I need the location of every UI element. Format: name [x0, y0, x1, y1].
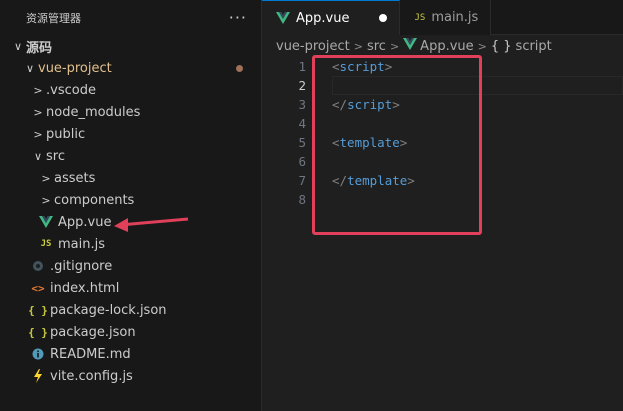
tree-item-public[interactable]: > public [0, 123, 261, 145]
tree-item-vscode[interactable]: > .vscode [0, 79, 261, 101]
modified-dot-icon [236, 65, 243, 72]
chevron-right-icon: > [33, 83, 43, 97]
vue-icon [276, 12, 290, 24]
tree-item-label: 源码 [26, 40, 53, 56]
breadcrumb-separator-icon: > [389, 39, 400, 53]
chevron-right-icon: > [33, 127, 43, 141]
tab-label: main.js [431, 10, 479, 25]
tree-item-src[interactable]: ∨ src [0, 145, 261, 167]
js-icon: JS [40, 239, 52, 249]
breadcrumb-label: script [515, 38, 552, 54]
info-icon [30, 348, 46, 360]
tree-item-label: vue-project [38, 60, 112, 76]
chevron-right-icon: > [33, 105, 43, 119]
tree-item-label: index.html [50, 280, 120, 296]
breadcrumb-label: src [366, 38, 386, 54]
line-number: 3 [298, 97, 306, 112]
explorer-sidebar: 资源管理器 ··· ∨ 源码 ∨ vue-project > .vscode > node_m… [0, 0, 262, 411]
tree-item-label: App.vue [58, 214, 112, 230]
breadcrumb-label: vue-project [276, 38, 350, 54]
tab-app-vue[interactable]: App.vue [262, 0, 401, 35]
annotation-highlight-box [312, 55, 482, 235]
breadcrumb: vue-project > src > App.vue >{ } script [262, 35, 623, 57]
tab-label: App.vue [296, 10, 350, 26]
tree-item-[interactable]: ∨ 源码 [0, 35, 261, 57]
json-icon: { } [28, 303, 48, 317]
tree-item-label: package.json [50, 324, 136, 340]
tree-item-node-modules[interactable]: > node_modules [0, 101, 261, 123]
breadcrumb-item[interactable]: src [367, 39, 386, 54]
chevron-right-icon: > [41, 193, 51, 207]
tree-item-components[interactable]: > components [0, 189, 261, 211]
breadcrumb-separator-icon: > [353, 39, 363, 53]
breadcrumb-item[interactable]: { } script [491, 39, 552, 54]
tree-item-label: package-lock.json [50, 302, 167, 318]
line-number: 6 [298, 154, 306, 169]
html-icon: <> [31, 281, 45, 295]
tree-item-gitignore[interactable]: .gitignore [0, 255, 261, 277]
line-number: 7 [298, 173, 306, 188]
tree-item-label: main.js [58, 236, 105, 252]
explorer-title: 资源管理器 [26, 11, 81, 25]
vite-icon [30, 369, 46, 383]
chevron-right-icon: > [41, 171, 51, 185]
json-icon: { } [28, 325, 48, 339]
tree-item-label: assets [54, 170, 96, 186]
tree-item-label: public [46, 126, 86, 142]
tree-item-label: README.md [50, 346, 131, 362]
editor-tabs: App.vue JS main.js [262, 0, 623, 35]
chevron-down-icon: ∨ [33, 149, 43, 163]
line-number: 5 [298, 135, 306, 150]
tree-item-package-json[interactable]: { } package.json [0, 321, 261, 343]
chevron-down-icon: ∨ [25, 61, 35, 75]
breadcrumb-separator-icon: > [477, 39, 487, 53]
breadcrumb-label: App.vue [420, 38, 474, 54]
tree-item-vue-project[interactable]: ∨ vue-project [0, 57, 261, 79]
tree-item-package-lock-json[interactable]: { } package-lock.json [0, 299, 261, 321]
file-tree: ∨ 源码 ∨ vue-project > .vscode > node_modules > pub… [0, 35, 261, 387]
tree-item-readme-md[interactable]: README.md [0, 343, 261, 365]
braces-icon: { } [490, 38, 512, 54]
unsaved-dot-icon[interactable] [379, 14, 388, 22]
tree-item-vite-config-js[interactable]: vite.config.js [0, 365, 261, 387]
vue-icon [403, 38, 418, 54]
annotation-arrow [114, 217, 189, 232]
editor-area: App.vue JS main.js vue-project > src > App.vue… [262, 0, 623, 411]
tree-item-label: components [54, 192, 135, 208]
tree-item-main-js[interactable]: JS main.js [0, 233, 261, 255]
tree-item-label: vite.config.js [50, 368, 133, 384]
explorer-header: 资源管理器 ··· [0, 0, 261, 35]
more-actions-icon[interactable]: ··· [229, 9, 247, 26]
line-number: 2 [298, 78, 306, 93]
line-number: 8 [298, 192, 306, 207]
tree-item-label: .gitignore [50, 258, 113, 274]
js-icon: JS [414, 12, 426, 23]
tab-main-js[interactable]: JS main.js [400, 0, 492, 35]
line-number: 4 [298, 116, 306, 131]
breadcrumb-item[interactable]: App.vue [403, 38, 474, 54]
vue-icon [38, 216, 54, 228]
tree-item-label: src [46, 148, 65, 164]
chevron-down-icon: ∨ [13, 39, 23, 53]
tree-item-index-html[interactable]: <> index.html [0, 277, 261, 299]
breadcrumb-item[interactable]: vue-project [276, 39, 350, 54]
git-icon [30, 260, 46, 272]
tree-item-label: .vscode [46, 82, 96, 98]
tree-item-label: node_modules [46, 104, 141, 120]
tree-item-assets[interactable]: > assets [0, 167, 261, 189]
line-number: 1 [298, 59, 306, 74]
